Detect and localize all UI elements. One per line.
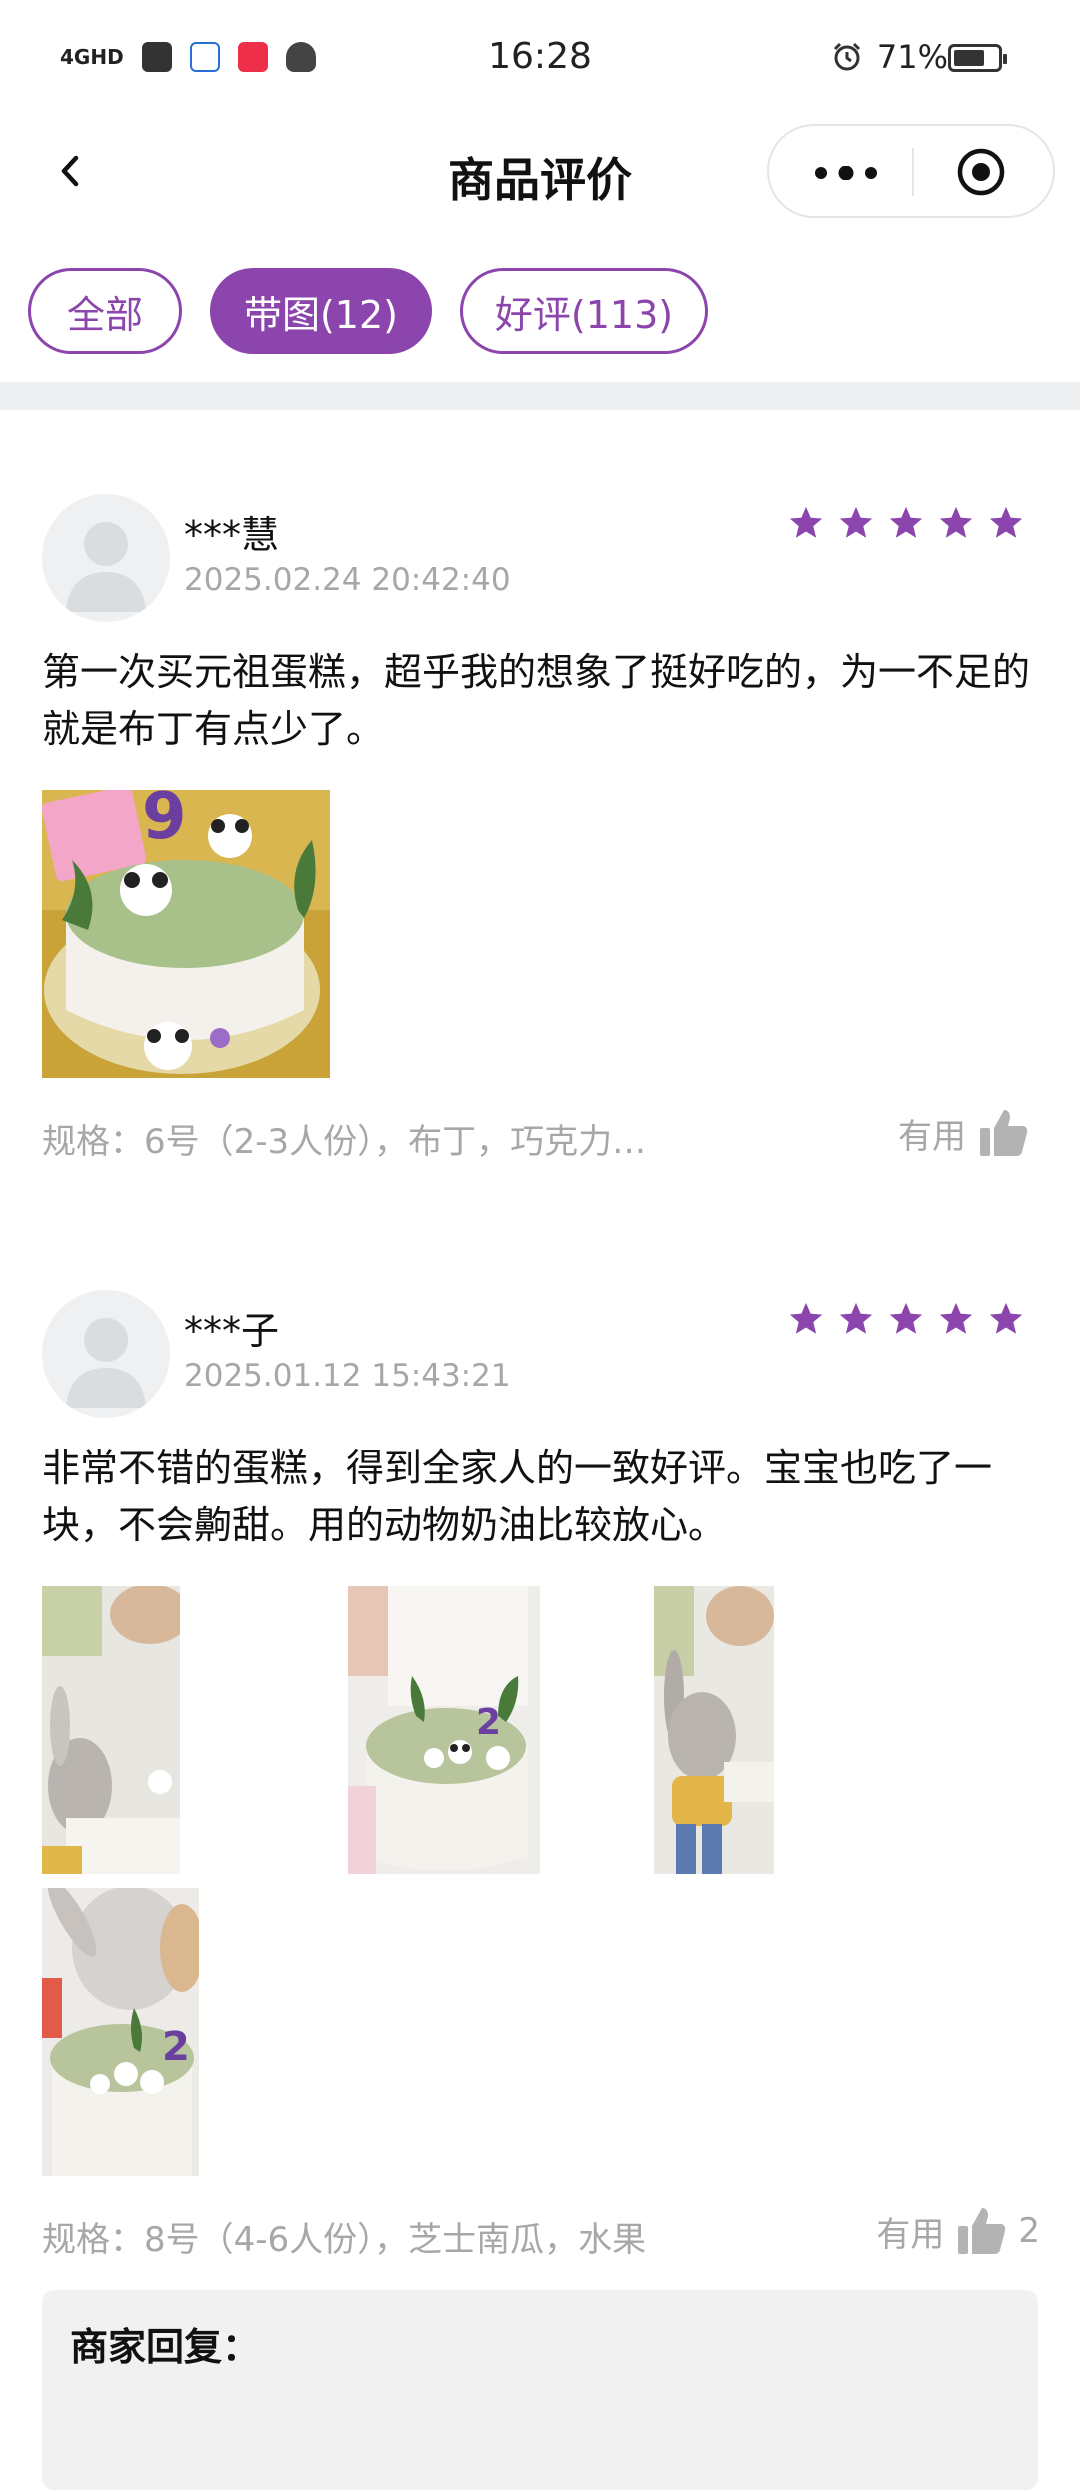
review-photo[interactable]: 2 bbox=[348, 1586, 540, 1874]
star-icon bbox=[839, 1302, 873, 1334]
capsule-separator bbox=[912, 148, 914, 196]
battery-icon bbox=[948, 44, 1007, 72]
mini-program-capsule bbox=[767, 124, 1055, 218]
default-avatar-icon bbox=[66, 1318, 146, 1408]
status-right: 71% bbox=[831, 38, 948, 76]
review-date: 2025.02.24 20:42:40 bbox=[184, 562, 511, 598]
star-icon bbox=[989, 506, 1023, 538]
star-icon bbox=[939, 1302, 973, 1334]
reviewer-name: ***子 bbox=[184, 1309, 280, 1353]
cake-closeup-photo-image: 2 bbox=[42, 1888, 199, 2176]
useful-label: 有用 bbox=[898, 1116, 966, 1157]
star-icon bbox=[789, 506, 823, 538]
battery-fill bbox=[954, 50, 984, 66]
bunny-cake-photo-image bbox=[42, 1586, 180, 1874]
review-photo[interactable]: 2 bbox=[42, 1888, 199, 2176]
star-icon bbox=[839, 506, 873, 538]
rating-stars bbox=[787, 504, 1025, 542]
alarm-icon bbox=[833, 42, 860, 71]
star-icon bbox=[989, 1302, 1023, 1334]
review-date: 2025.01.12 15:43:21 bbox=[184, 1358, 511, 1394]
panda-cake-photo-image: 2 bbox=[348, 1586, 540, 1874]
bunny-figure-photo-image bbox=[654, 1586, 774, 1874]
merchant-reply-box: 商家回复： bbox=[42, 2290, 1038, 2490]
section-divider bbox=[0, 382, 1080, 410]
review-text: 第一次买元祖蛋糕，超乎我的想象了挺好吃的，为一不足的就是布丁有点少了。 bbox=[42, 650, 1031, 751]
product-spec: 规格：8号（4-6人份），芝士南瓜，水果 bbox=[42, 2220, 647, 2260]
svg-text:2: 2 bbox=[162, 2024, 190, 2070]
avatar bbox=[42, 1290, 170, 1418]
useful-count: 2 bbox=[1018, 2211, 1040, 2251]
useful-button[interactable]: 有用 bbox=[898, 1106, 1040, 1160]
battery-percent: 71% bbox=[876, 38, 948, 76]
target-circle-icon[interactable] bbox=[957, 148, 1005, 196]
more-dots-icon[interactable] bbox=[813, 166, 879, 180]
useful-button[interactable]: 有用 2 bbox=[876, 2204, 1040, 2258]
star-icon bbox=[789, 1302, 823, 1334]
star-icon bbox=[939, 506, 973, 538]
review-photo[interactable] bbox=[42, 1586, 180, 1874]
cake-photo-image: 9 bbox=[42, 790, 330, 1078]
avatar bbox=[42, 494, 170, 622]
default-avatar-icon bbox=[66, 522, 146, 612]
thumbs-up-icon bbox=[980, 1110, 1028, 1156]
merchant-reply-title: 商家回复： bbox=[70, 2325, 261, 2369]
rating-stars bbox=[787, 1300, 1025, 1338]
svg-text:9: 9 bbox=[142, 790, 187, 854]
review-photo[interactable] bbox=[654, 1586, 774, 1874]
nav-bar: 商品评价 bbox=[0, 120, 1080, 230]
review-text: 非常不错的蛋糕，得到全家人的一致好评。宝宝也吃了一块，不会齁甜。用的动物奶油比较… bbox=[42, 1446, 993, 1547]
useful-label: 有用 bbox=[876, 2214, 945, 2255]
star-icon bbox=[889, 506, 923, 538]
star-icon bbox=[889, 1302, 923, 1334]
tab-with-photos[interactable]: 带图(12) bbox=[210, 268, 432, 354]
tab-positive[interactable]: 好评(113) bbox=[460, 268, 708, 354]
thumbs-up-icon bbox=[958, 2208, 1006, 2254]
status-bar: 4GHD 16:28 71% bbox=[0, 0, 1080, 120]
filter-tabs: 全部 带图(12) 好评(113) bbox=[28, 268, 708, 354]
review-photo[interactable]: 9 bbox=[42, 790, 330, 1078]
svg-text:2: 2 bbox=[476, 1702, 501, 1743]
tab-all[interactable]: 全部 bbox=[28, 268, 182, 354]
product-spec: 规格：6号（2-3人份），布丁，巧克力… bbox=[42, 1122, 647, 1162]
reviewer-name: ***慧 bbox=[184, 513, 280, 557]
